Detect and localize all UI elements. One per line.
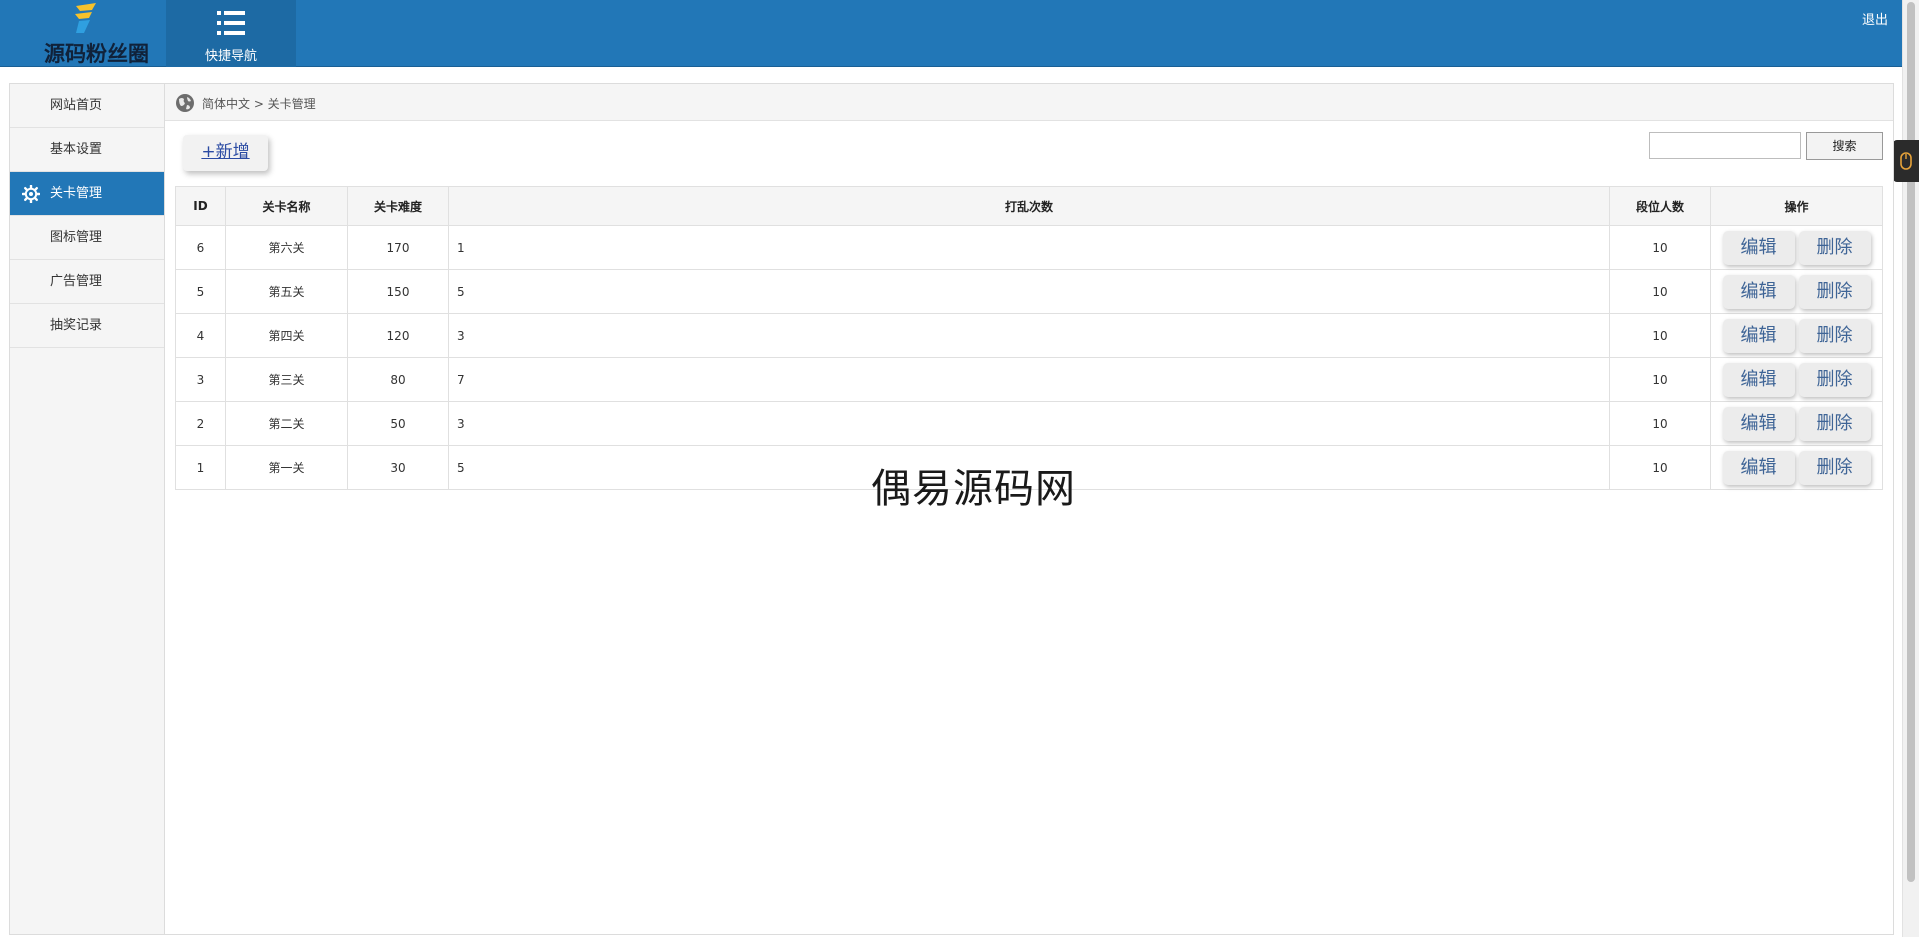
cell-id: 6 [175,225,226,270]
cell-rank-count: 10 [1609,225,1711,270]
watermark-logo: 偶易源码网 [871,466,1076,512]
column-header-rank-count: 段位人数 [1609,186,1711,226]
delete-button[interactable]: 删除 [1798,450,1871,485]
site-logo[interactable]: 源码粉丝圈 [36,0,166,67]
cell-actions: 编辑 删除 [1710,357,1883,402]
cell-id: 5 [175,269,226,314]
cell-actions: 编辑 删除 [1710,269,1883,314]
sidebar-item-label: 抽奖记录 [50,318,103,333]
column-header-name: 关卡名称 [225,186,348,226]
delete-button[interactable]: 删除 [1798,230,1871,265]
cell-id: 1 [175,445,226,490]
logo-icon [75,3,96,33]
top-header: 源码粉丝圈 快捷导航 退出 [0,0,1902,67]
sidebar-item-label: 图标管理 [50,230,103,245]
search-button[interactable]: 搜索 [1806,132,1883,160]
cell-actions: 编辑 删除 [1710,313,1883,358]
cell-shuffles: 3 [448,313,1610,358]
delete-button[interactable]: 删除 [1798,274,1871,309]
table-row: 2 第二关 50 3 10 编辑 删除 [175,401,1883,446]
table-row: 5 第五关 150 5 10 编辑 删除 [175,269,1883,314]
cell-difficulty: 50 [347,401,449,446]
add-level-button[interactable]: +新增 [183,135,268,171]
breadcrumb-bar: 简体中文 > 关卡管理 [165,84,1893,121]
cell-difficulty: 150 [347,269,449,314]
delete-button[interactable]: 删除 [1798,362,1871,397]
sidebar-item-icon-management[interactable]: 图标管理 [10,216,164,260]
scrollbar-thumb[interactable] [1907,2,1915,882]
gear-icon [22,185,40,203]
logo-text: 源码粉丝圈 [44,41,149,66]
edit-button[interactable]: 编辑 [1722,274,1795,309]
cell-difficulty: 80 [347,357,449,402]
cell-actions: 编辑 删除 [1710,401,1883,446]
cell-rank-count: 10 [1609,445,1711,490]
column-header-id: ID [175,186,226,226]
column-header-shuffles: 打乱次数 [448,186,1610,226]
cell-name: 第三关 [225,357,348,402]
sidebar-item-label: 网站首页 [50,98,103,113]
sidebar: 网站首页 基本设置 关卡管理 图标管理 广告管理 抽奖记录 [9,83,165,935]
cell-name: 第六关 [225,225,348,270]
sidebar-item-ad-management[interactable]: 广告管理 [10,260,164,304]
list-icon [217,11,245,35]
quick-nav-label: 快捷导航 [204,49,257,64]
edit-button[interactable]: 编辑 [1722,450,1795,485]
table-row: 3 第三关 80 7 10 编辑 删除 [175,357,1883,402]
edit-button[interactable]: 编辑 [1722,230,1795,265]
cell-id: 2 [175,401,226,446]
cell-rank-count: 10 [1609,269,1711,314]
edit-button[interactable]: 编辑 [1722,362,1795,397]
floating-side-widget[interactable] [1893,140,1919,182]
cell-shuffles: 7 [448,357,1610,402]
table-row: 4 第四关 120 3 10 编辑 删除 [175,313,1883,358]
cell-name: 第五关 [225,269,348,314]
edit-button[interactable]: 编辑 [1722,406,1795,441]
edit-button[interactable]: 编辑 [1722,318,1795,353]
cell-shuffles: 3 [448,401,1610,446]
mouse-icon [1900,152,1912,170]
cell-shuffles: 5 [448,269,1610,314]
table-row: 6 第六关 170 1 10 编辑 删除 [175,225,1883,270]
main-content: 简体中文 > 关卡管理 +新增 搜索 ID 关卡名称 关卡难度 打乱次数 段位人… [165,83,1894,935]
cell-shuffles: 1 [448,225,1610,270]
cell-name: 第四关 [225,313,348,358]
cell-rank-count: 10 [1609,313,1711,358]
cell-id: 4 [175,313,226,358]
sidebar-item-label: 基本设置 [50,142,103,157]
search-input[interactable] [1649,132,1801,159]
cell-actions: 编辑 删除 [1710,445,1883,490]
delete-button[interactable]: 删除 [1798,318,1871,353]
column-header-difficulty: 关卡难度 [347,186,449,226]
cell-name: 第二关 [225,401,348,446]
sidebar-item-label: 广告管理 [50,274,103,289]
sidebar-item-lottery-records[interactable]: 抽奖记录 [10,304,164,348]
table-header-row: ID 关卡名称 关卡难度 打乱次数 段位人数 操作 [175,186,1883,226]
globe-icon [176,94,194,112]
cell-actions: 编辑 删除 [1710,225,1883,270]
cell-rank-count: 10 [1609,401,1711,446]
levels-table: ID 关卡名称 关卡难度 打乱次数 段位人数 操作 6 第六关 170 1 10… [175,186,1883,490]
cell-rank-count: 10 [1609,357,1711,402]
logout-link[interactable]: 退出 [1862,9,1888,28]
sidebar-item-home[interactable]: 网站首页 [10,84,164,128]
breadcrumb: 简体中文 > 关卡管理 [202,97,316,111]
quick-nav-button[interactable]: 快捷导航 [166,0,296,67]
delete-button[interactable]: 删除 [1798,406,1871,441]
cell-difficulty: 30 [347,445,449,490]
sidebar-item-basic-settings[interactable]: 基本设置 [10,128,164,172]
cell-id: 3 [175,357,226,402]
cell-name: 第一关 [225,445,348,490]
cell-difficulty: 120 [347,313,449,358]
cell-difficulty: 170 [347,225,449,270]
sidebar-item-level-management[interactable]: 关卡管理 [10,172,164,216]
sidebar-item-label: 关卡管理 [50,186,103,201]
column-header-actions: 操作 [1710,186,1883,226]
